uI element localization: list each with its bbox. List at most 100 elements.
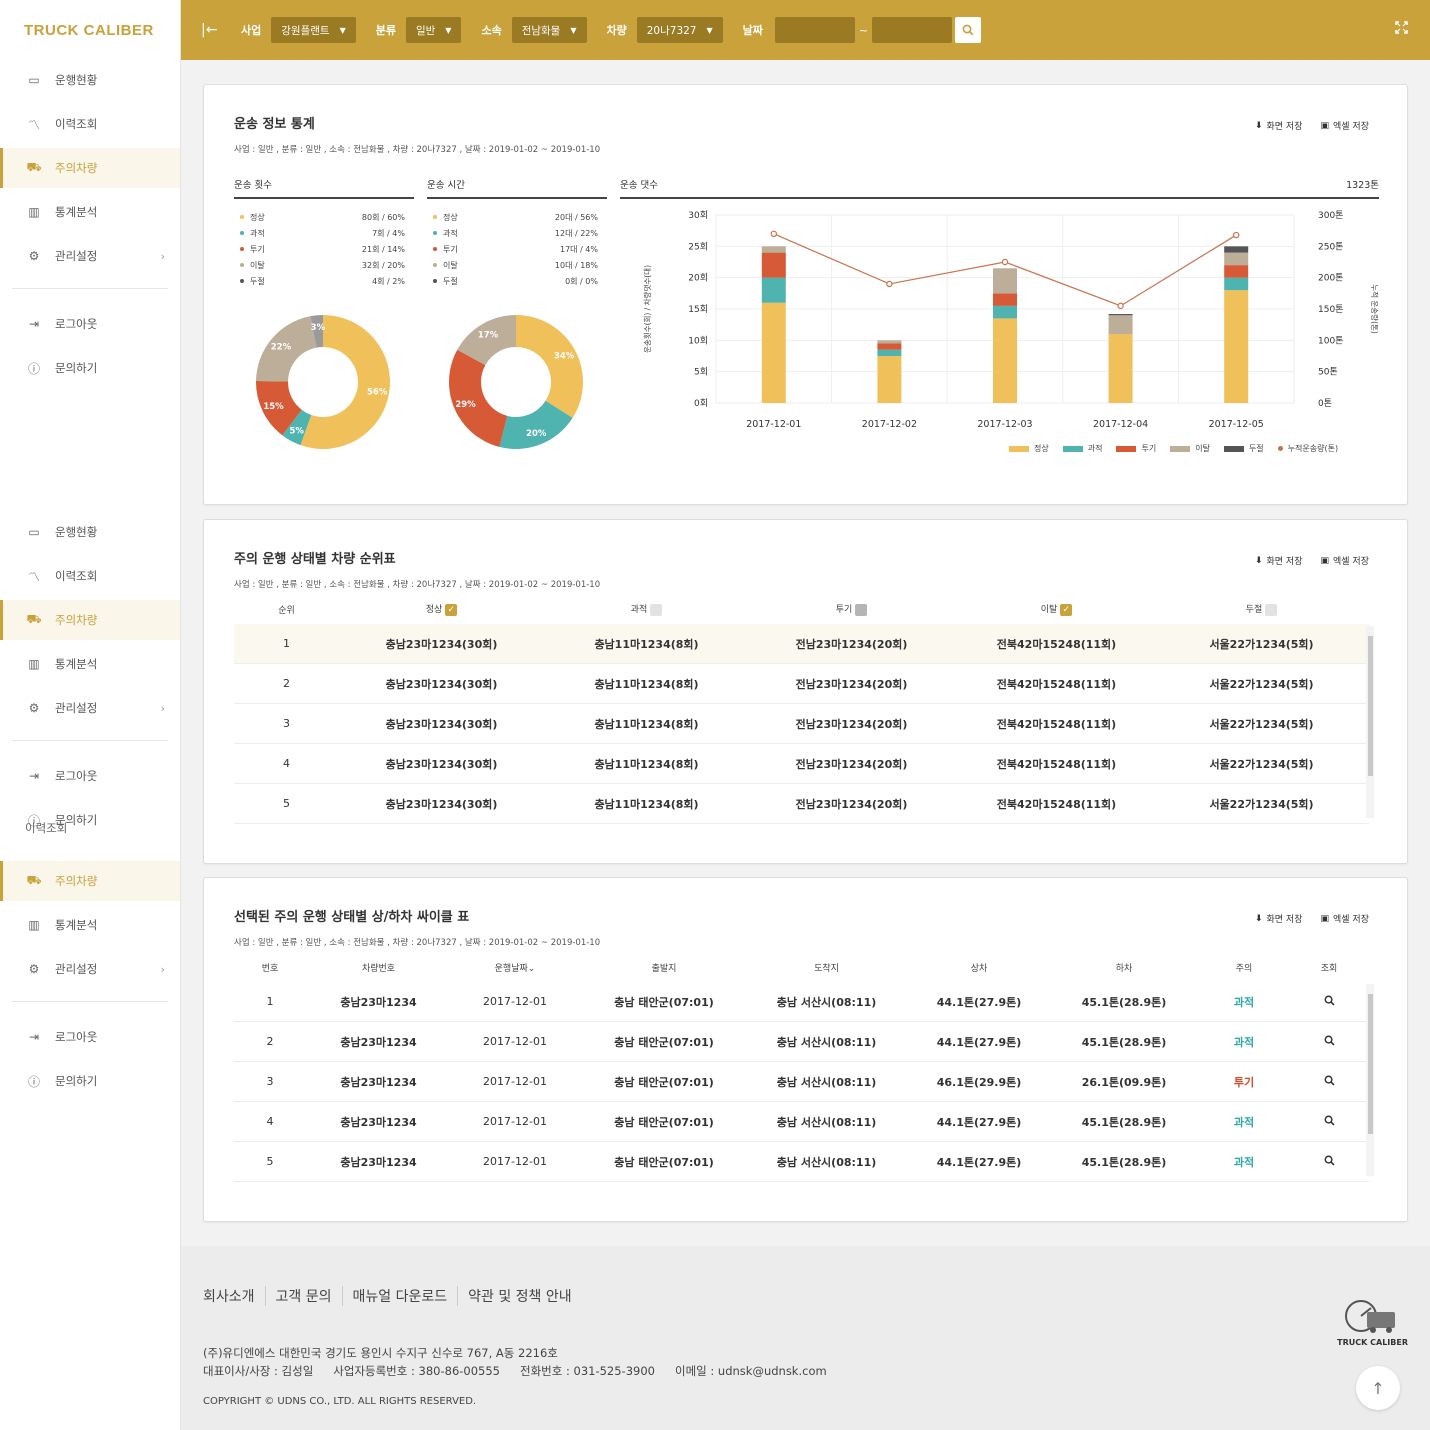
view-button[interactable]: [1294, 1075, 1364, 1089]
sidebar-extra-0[interactable]: ⇥ 로그아웃: [0, 304, 180, 344]
app-logo[interactable]: TRUCK CALIBER: [24, 22, 154, 39]
filter-checkbox[interactable]: [650, 603, 663, 616]
sidebar-item-4[interactable]: ⚙ 관리설정 ›: [0, 949, 180, 989]
column-header-label: 하차: [1115, 963, 1133, 974]
sidebar-item-history-partial[interactable]: 이력조회: [0, 822, 180, 836]
filter-checkbox[interactable]: [1265, 603, 1278, 616]
vehicle-cell: 전남23마1234(20회): [795, 677, 908, 691]
collapse-sidebar-icon[interactable]: |←: [201, 22, 221, 38]
sidebar-extra-0[interactable]: ⇥ 로그아웃: [0, 1017, 180, 1057]
sidebar-item-1[interactable]: 〽 이력조회: [0, 104, 180, 144]
column-header[interactable]: 차량번호: [306, 961, 451, 974]
save-screen-button[interactable]: ⬇ 화면 저장: [1255, 554, 1303, 568]
filter-checkbox[interactable]: ✓: [445, 603, 458, 616]
donut-slice-label: 20%: [526, 429, 547, 439]
column-header[interactable]: 출발지: [579, 961, 749, 974]
count-donut-chart: 56% 5% 15% 22% 3%: [256, 315, 390, 449]
legend-swatch: [1009, 445, 1029, 452]
sidebar-item-label: 관리설정: [55, 701, 98, 715]
filter-checkbox[interactable]: ✓: [1060, 603, 1073, 616]
save-excel-button[interactable]: ▣ 엑셀 저장: [1321, 912, 1370, 926]
sidebar-item-0[interactable]: ▭ 운행현황: [0, 512, 180, 552]
y-tick-label: 25회: [688, 241, 708, 252]
sidebar-item-2[interactable]: ⛟ 주의차량: [0, 600, 180, 640]
column-header-label: 순위: [278, 605, 295, 616]
table-row[interactable]: 5 충남23마1234(30회) 충남11마1234(8회) 전남23마1234(20…: [234, 784, 1369, 824]
cell-1: 충남23마1234: [340, 1155, 417, 1169]
column-header[interactable]: 순위: [234, 603, 339, 616]
filter-checkbox[interactable]: [855, 603, 868, 616]
footer-link[interactable]: 회사소개: [203, 1286, 265, 1306]
table-row[interactable]: 2 충남23마1234(30회) 충남11마1234(8회) 전남23마1234(20…: [234, 664, 1369, 704]
column-header[interactable]: 주의: [1194, 961, 1294, 974]
column-header[interactable]: 상차: [904, 961, 1054, 974]
column-header[interactable]: 투기: [749, 602, 954, 616]
column-header[interactable]: 조회: [1294, 961, 1364, 974]
sidebar-item-4[interactable]: ⚙ 관리설정 ›: [0, 688, 180, 728]
footer-link[interactable]: 약관 및 정책 안내: [457, 1286, 582, 1306]
filter-select-business[interactable]: 강원플랜트 ▼: [271, 17, 356, 43]
sidebar-item-3[interactable]: ▥ 통계분석: [0, 192, 180, 232]
footer-link[interactable]: 고객 문의: [264, 1286, 342, 1306]
table-row[interactable]: 4 충남23마1234(30회) 충남11마1234(8회) 전남23마1234(20…: [234, 744, 1369, 784]
cycle-scrollbar[interactable]: [1366, 984, 1374, 1176]
chevron-right-icon: ›: [160, 249, 165, 263]
column-header[interactable]: 운행날짜⌄: [451, 961, 579, 974]
column-header[interactable]: 도착지: [749, 961, 904, 974]
table-row[interactable]: 2 충남23마1234 2017-12-01 충남 태안군(07:01) 충남 서산시(…: [234, 1022, 1369, 1062]
date-start-input[interactable]: [774, 17, 855, 43]
table-row[interactable]: 3 충남23마1234 2017-12-01 충남 태안군(07:01) 충남 서산시(…: [234, 1062, 1369, 1102]
filter-select-affiliation[interactable]: 전남화물 ▼: [511, 17, 587, 43]
save-screen-button[interactable]: ⬇ 화면 저장: [1255, 119, 1303, 133]
view-button[interactable]: [1294, 1155, 1364, 1169]
view-button[interactable]: [1294, 1115, 1364, 1129]
fullscreen-icon[interactable]: [1395, 21, 1408, 38]
sidebar-item-0[interactable]: ▭ 운행현황: [0, 60, 180, 100]
search-button[interactable]: [955, 17, 982, 43]
table-row[interactable]: 1 충남23마1234(30회) 충남11마1234(8회) 전남23마1234(20…: [234, 624, 1369, 664]
filter-select-category[interactable]: 일반 ▼: [405, 17, 462, 43]
ranking-scrollbar[interactable]: [1366, 626, 1374, 818]
x-tick-label: 2017-12-05: [1209, 419, 1264, 430]
save-excel-button[interactable]: ▣ 엑셀 저장: [1321, 554, 1370, 568]
sidebar-item-label: 문의하기: [55, 1074, 98, 1088]
sort-icon[interactable]: ⌄: [528, 964, 536, 974]
bar-이탈: [993, 268, 1017, 294]
sidebar-item-2[interactable]: ⛟ 주의차량: [0, 861, 180, 901]
column-header[interactable]: 이탈 ✓: [954, 602, 1159, 616]
rank-cell: 2: [283, 677, 290, 690]
save-excel-button[interactable]: ▣ 엑셀 저장: [1321, 119, 1370, 133]
scroll-to-top-button[interactable]: ↑: [1356, 1366, 1400, 1410]
vehicle-cell: 충남11마1234(8회): [594, 757, 699, 771]
date-end-input[interactable]: [872, 17, 953, 43]
cycle-table-card: 선택된 주의 운행 상태별 상/하차 싸이클 표 사업 : 일반 , 분류 : …: [203, 877, 1408, 1222]
table-row[interactable]: 5 충남23마1234 2017-12-01 충남 태안군(07:01) 충남 서산시(…: [234, 1142, 1369, 1182]
filter-value-affiliation: 전남화물: [521, 24, 561, 37]
sidebar-item-1[interactable]: 〽 이력조회: [0, 556, 180, 596]
sidebar-item-4[interactable]: ⚙ 관리설정 ›: [0, 236, 180, 276]
table-row[interactable]: 1 충남23마1234 2017-12-01 충남 태안군(07:01) 충남 서산시(…: [234, 982, 1369, 1022]
sidebar-item-label: 관리설정: [55, 962, 98, 976]
sidebar-extra-1[interactable]: ⓘ 문의하기: [0, 348, 180, 388]
sidebar-extra-1[interactable]: ⓘ 문의하기: [0, 1061, 180, 1101]
sidebar-item-3[interactable]: ▥ 통계분석: [0, 644, 180, 684]
save-screen-button[interactable]: ⬇ 화면 저장: [1255, 912, 1303, 926]
view-button[interactable]: [1294, 995, 1364, 1009]
column-header[interactable]: 정상 ✓: [339, 602, 544, 616]
table-row[interactable]: 4 충남23마1234 2017-12-01 충남 태안군(07:01) 충남 서산시(…: [234, 1102, 1369, 1142]
cell-4: 충남 서산시(08:11): [776, 1075, 877, 1089]
legend-label: 이탈: [240, 260, 265, 271]
sidebar-item-2[interactable]: ⛟ 주의차량: [0, 148, 180, 188]
nav-divider: [12, 288, 168, 289]
table-row[interactable]: 3 충남23마1234(30회) 충남11마1234(8회) 전남23마1234(20…: [234, 704, 1369, 744]
column-header[interactable]: 하차: [1054, 961, 1194, 974]
column-header[interactable]: 번호: [234, 961, 306, 974]
filter-select-vehicle[interactable]: 20나7327 ▼: [636, 17, 723, 43]
sidebar-item-3[interactable]: ▥ 통계분석: [0, 905, 180, 945]
column-header[interactable]: 과적: [544, 602, 749, 616]
footer-link[interactable]: 매뉴얼 다운로드: [341, 1286, 458, 1306]
column-header[interactable]: 두절: [1159, 602, 1364, 616]
sidebar-extra-0[interactable]: ⇥ 로그아웃: [0, 756, 180, 796]
chevron-right-icon: ›: [160, 962, 165, 976]
view-button[interactable]: [1294, 1035, 1364, 1049]
